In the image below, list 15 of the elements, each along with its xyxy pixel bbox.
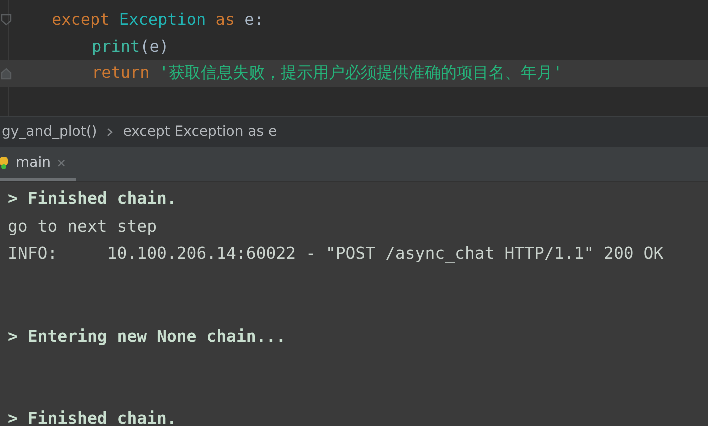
chevron-icon <box>107 128 114 136</box>
console-line: INFO: 10.100.206.14:60022 - "POST /async_chat HTTP/1.1" 200 OK <box>8 243 665 265</box>
console-line: > Finished chain. <box>8 188 178 210</box>
console-line: > Finished chain. <box>8 408 178 426</box>
breadcrumb-item[interactable]: except Exception as e <box>123 124 278 140</box>
console-line: > Entering new None chain... <box>8 326 288 348</box>
python-run-icon <box>0 156 10 170</box>
code-line: return '获取信息失败，提示用户必须提供准确的项目名、年月' <box>92 63 563 84</box>
tab-label: main <box>16 155 51 171</box>
fold-icon[interactable] <box>0 68 12 80</box>
code-line: except Exception as e: <box>52 10 264 29</box>
console-line: go to next step <box>8 216 158 238</box>
code-line: print(e) <box>92 37 170 56</box>
fold-icon[interactable] <box>0 14 12 26</box>
breadcrumb-item[interactable]: gy_and_plot() <box>2 124 98 140</box>
